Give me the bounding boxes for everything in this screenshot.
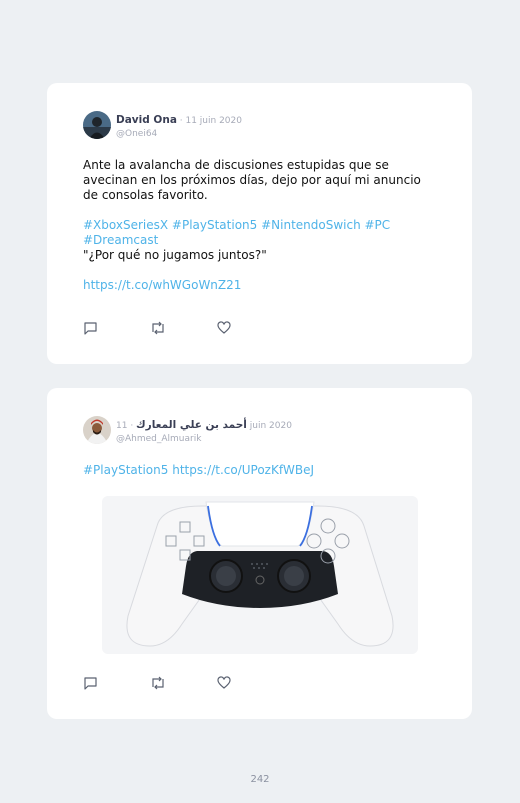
retweet-icon[interactable]: [150, 321, 164, 335]
tweet-card: أحمد بن علي المعارك · 11 juin 2020 @Ahme…: [47, 388, 472, 719]
like-icon[interactable]: [217, 676, 231, 690]
tweet-body: Ante la avalancha de discusiones estupid…: [83, 158, 436, 293]
tweet-actions: [83, 676, 284, 690]
retweet-icon[interactable]: [150, 676, 164, 690]
reply-icon[interactable]: [83, 676, 97, 690]
hashtag-playstation5[interactable]: #PlayStation5: [83, 463, 168, 477]
tweet-actions: [83, 321, 284, 335]
hashtag-dreamcast[interactable]: #Dreamcast: [83, 233, 436, 248]
author-handle[interactable]: @Ahmed_Almuarik: [116, 433, 292, 445]
tweet-header: أحمد بن علي المعارك · 11 juin 2020 @Ahme…: [83, 416, 292, 445]
author-handle[interactable]: @Onei64: [116, 128, 242, 140]
tweet-link[interactable]: https://t.co/UPozKfWBeJ: [172, 463, 314, 477]
like-icon[interactable]: [217, 321, 231, 335]
tweet-quote: "¿Por qué no jugamos juntos?": [83, 248, 267, 262]
author-name[interactable]: أحمد بن علي المعارك: [136, 419, 247, 431]
tweet-header: David Ona · 11 juin 2020 @Onei64: [83, 111, 242, 140]
reply-icon[interactable]: [83, 321, 97, 335]
avatar[interactable]: [83, 416, 111, 444]
tweet-card: David Ona · 11 juin 2020 @Onei64 Ante la…: [47, 83, 472, 364]
hashtags[interactable]: #XboxSeriesX #PlayStation5 #NintendoSwic…: [83, 218, 436, 233]
avatar[interactable]: [83, 111, 111, 139]
tweet-media-image[interactable]: [102, 496, 418, 654]
tweet-text: Ante la avalancha de discusiones estupid…: [83, 158, 421, 202]
tweet-link[interactable]: https://t.co/whWGoWnZ21: [83, 278, 436, 293]
page-number: 242: [250, 774, 270, 785]
tweet-body: #PlayStation5 https://t.co/UPozKfWBeJ: [83, 463, 436, 478]
author-name[interactable]: David Ona: [116, 114, 177, 126]
tweet-date[interactable]: · 11 juin 2020: [177, 116, 242, 126]
ps5-controller-image: [126, 501, 394, 647]
